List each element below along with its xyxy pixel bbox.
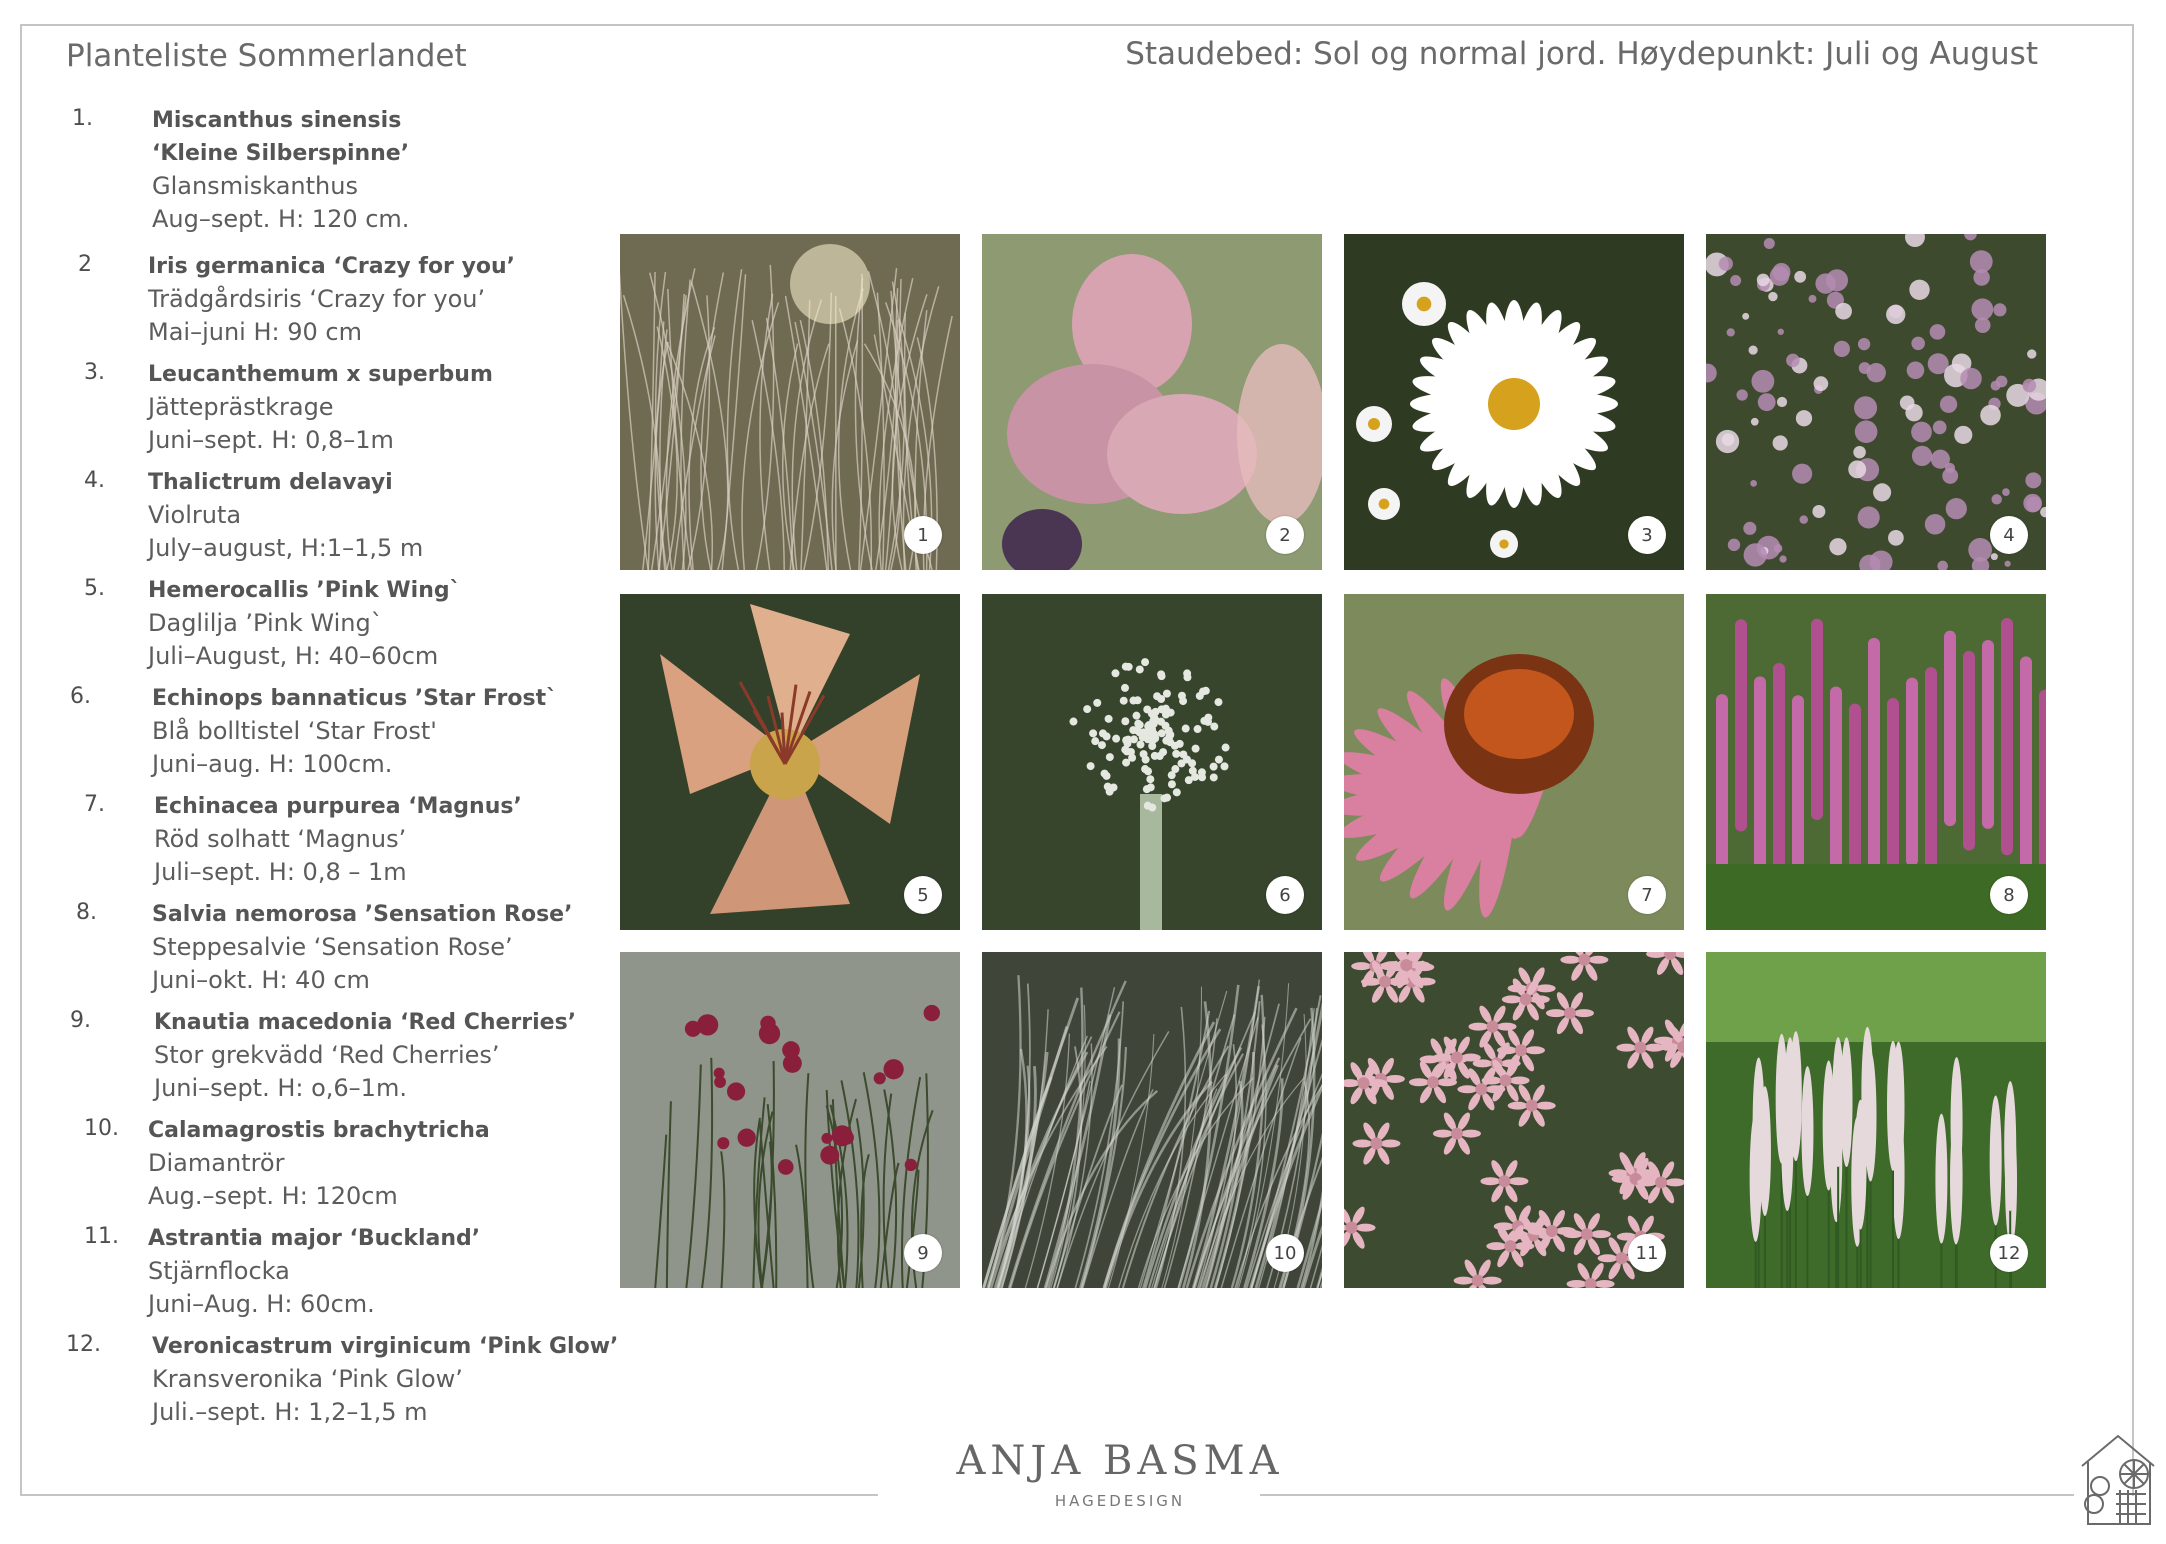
plant-common-name: Jätteprästkrage [148, 393, 334, 421]
plant-number: 9. [70, 1008, 91, 1033]
echinacea-photo: 7 [1344, 594, 1684, 930]
plant-latin-name: Miscanthus sinensis [152, 108, 402, 133]
plant-latin-name: Leucanthemum x superbum [148, 362, 493, 387]
plant-bloom-height: Juni–sept. H: 0,8–1m [148, 426, 394, 454]
plant-bloom-height: Juli–sept. H: 0,8 – 1m [154, 858, 407, 886]
photo-number-badge: 9 [904, 1234, 942, 1272]
plant-common-name: Blå bolltistel ‘Star Frost' [152, 717, 437, 745]
plant-common-name: Daglilja ’Pink Wing` [148, 609, 383, 637]
plant-common-name: Steppesalvie ‘Sensation Rose’ [152, 933, 513, 961]
knautia-photo: 9 [620, 952, 960, 1288]
plant-details: Iris germanica ‘Crazy for you’ Trädgårdsi… [148, 250, 515, 349]
plant-common-name: Stor grekvädd ‘Red Cherries’ [154, 1041, 500, 1069]
brand-block: ANJA BASMA HAGEDESIGN [880, 1438, 1360, 1510]
plant-details: Calamagrostis brachytricha Diamantrör Aug.… [148, 1114, 490, 1213]
plant-common-name: Röd solhatt ‘Magnus’ [154, 825, 407, 853]
bottom-rule-left [20, 1494, 878, 1496]
plant-latin-name: Thalictrum delavayi [148, 470, 393, 495]
plant-number: 4. [84, 468, 105, 493]
plant-latin-name: Iris germanica ‘Crazy for you’ [148, 254, 516, 279]
photo-number-badge: 6 [1266, 876, 1304, 914]
plant-common-name: Kransveronika ‘Pink Glow’ [152, 1365, 463, 1393]
plant-latin-name: Astrantia major ‘Buckland’ [148, 1226, 481, 1251]
plant-details: Miscanthus sinensis ‘Kleine Silberspinne’… [152, 104, 409, 236]
photo-number-badge: 12 [1990, 1234, 2028, 1272]
daylily-photo: 5 [620, 594, 960, 930]
plant-details: Veronicastrum virginicum ‘Pink Glow’ Kran… [152, 1330, 618, 1429]
house-garden-icon [2076, 1428, 2160, 1532]
photo-number-badge: 5 [904, 876, 942, 914]
thalictrum-photo: 4 [1706, 234, 2046, 570]
plant-details: Hemerocallis ’Pink Wing` Daglilja ’Pink W… [148, 574, 461, 673]
plant-common-name: Violruta [148, 501, 242, 529]
plant-common-name: Glansmiskanthus [152, 172, 358, 200]
plant-bloom-height: Juni–sept. H: o,6–1m. [154, 1074, 407, 1102]
iris-photo: 2 [982, 234, 1322, 570]
feather-grass-photo: 10 [982, 952, 1322, 1288]
plant-details: Thalictrum delavayi Violruta July–august, … [148, 466, 423, 565]
salvia-photo: 8 [1706, 594, 2046, 930]
ornamental-grass-photo: 1 [620, 234, 960, 570]
plant-number: 10. [84, 1116, 119, 1141]
plant-details: Astrantia major ‘Buckland’ Stjärnflocka Ju… [148, 1222, 480, 1321]
plant-bloom-height: Aug.–sept. H: 120cm [148, 1182, 398, 1210]
photo-number-badge: 3 [1628, 516, 1666, 554]
photo-number-badge: 2 [1266, 516, 1304, 554]
plant-number: 2 [78, 252, 92, 277]
plant-latin-name: Calamagrostis brachytricha [148, 1118, 490, 1143]
plant-number: 11. [84, 1224, 119, 1249]
plant-details: Echinacea purpurea ‘Magnus’ Röd solhatt ‘… [154, 790, 522, 889]
plant-number: 5. [84, 576, 105, 601]
plant-latin-name: Echinacea purpurea ‘Magnus’ [154, 794, 522, 819]
photo-number-badge: 1 [904, 516, 942, 554]
plant-number: 3. [84, 360, 105, 385]
plant-bloom-height: Mai–juni H: 90 cm [148, 318, 362, 346]
plant-bloom-height: Juni–aug. H: 100cm. [152, 750, 393, 778]
plant-common-name: Stjärnflocka [148, 1257, 290, 1285]
brand-tagline: HAGEDESIGN [1054, 1492, 1186, 1510]
photo-number-badge: 7 [1628, 876, 1666, 914]
veronicastrum-photo: 12 [1706, 952, 2046, 1288]
photo-number-badge: 11 [1628, 1234, 1666, 1272]
plant-number: 12. [66, 1332, 101, 1357]
plant-number: 8. [76, 900, 97, 925]
photo-number-badge: 8 [1990, 876, 2028, 914]
plant-latin-name: Veronicastrum virginicum ‘Pink Glow’ [152, 1334, 619, 1359]
plant-bloom-height: Juni–Aug. H: 60cm. [148, 1290, 375, 1318]
plant-bloom-height: Juni–okt. H: 40 cm [152, 966, 370, 994]
photo-number-badge: 10 [1266, 1234, 1304, 1272]
plant-details: Leucanthemum x superbum Jätteprästkrage Ju… [148, 358, 493, 457]
plant-number: 7. [84, 792, 105, 817]
page-subtitle: Staudebed: Sol og normal jord. Høydepunk… [1125, 36, 2038, 72]
astrantia-photo: 11 [1344, 952, 1684, 1288]
page-title: Planteliste Sommerlandet [66, 38, 467, 74]
plant-latin-cultivar: ‘Kleine Silberspinne’ [152, 141, 410, 166]
plant-bloom-height: Juli–August, H: 40–60cm [148, 642, 439, 670]
plant-details: Knautia macedonia ‘Red Cherries’ Stor gre… [154, 1006, 576, 1105]
plant-details: Echinops bannaticus ’Star Frost` Blå boll… [152, 682, 557, 781]
plant-latin-name: Hemerocallis ’Pink Wing` [148, 578, 461, 603]
globe-thistle-photo: 6 [982, 594, 1322, 930]
brand-name: ANJA BASMA [956, 1438, 1284, 1484]
plant-common-name: Diamantrör [148, 1149, 285, 1177]
daisy-photo: 3 [1344, 234, 1684, 570]
plant-bloom-height: Juli.–sept. H: 1,2–1,5 m [152, 1398, 428, 1426]
plant-bloom-height: Aug–sept. H: 120 cm. [152, 205, 410, 233]
plant-details: Salvia nemorosa ’Sensation Rose’ Steppesa… [152, 898, 572, 997]
photo-number-badge: 4 [1990, 516, 2028, 554]
plant-bloom-height: July–august, H:1–1,5 m [148, 534, 424, 562]
plant-number: 6. [70, 684, 91, 709]
bottom-rule-right [1260, 1494, 2074, 1496]
plant-latin-name: Knautia macedonia ‘Red Cherries’ [154, 1010, 577, 1035]
plant-common-name: Trädgårdsiris ‘Crazy for you’ [148, 285, 486, 313]
plant-number: 1. [72, 106, 93, 131]
plant-latin-name: Salvia nemorosa ’Sensation Rose’ [152, 902, 573, 927]
plant-latin-name: Echinops bannaticus ’Star Frost` [152, 686, 558, 711]
